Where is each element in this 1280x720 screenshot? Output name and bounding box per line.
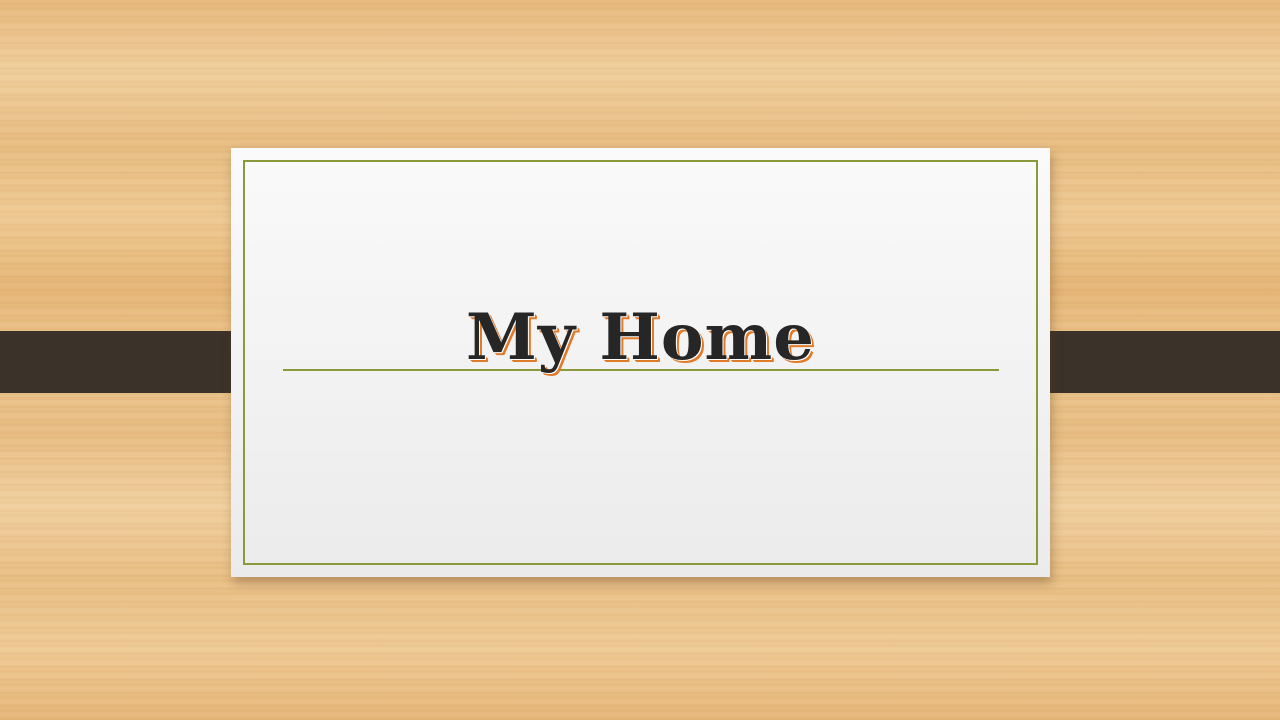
slide-title[interactable]: My Home bbox=[231, 306, 1050, 370]
left-dark-band bbox=[0, 328, 260, 396]
right-dark-band bbox=[1020, 328, 1280, 396]
title-card: My Home bbox=[231, 148, 1050, 577]
